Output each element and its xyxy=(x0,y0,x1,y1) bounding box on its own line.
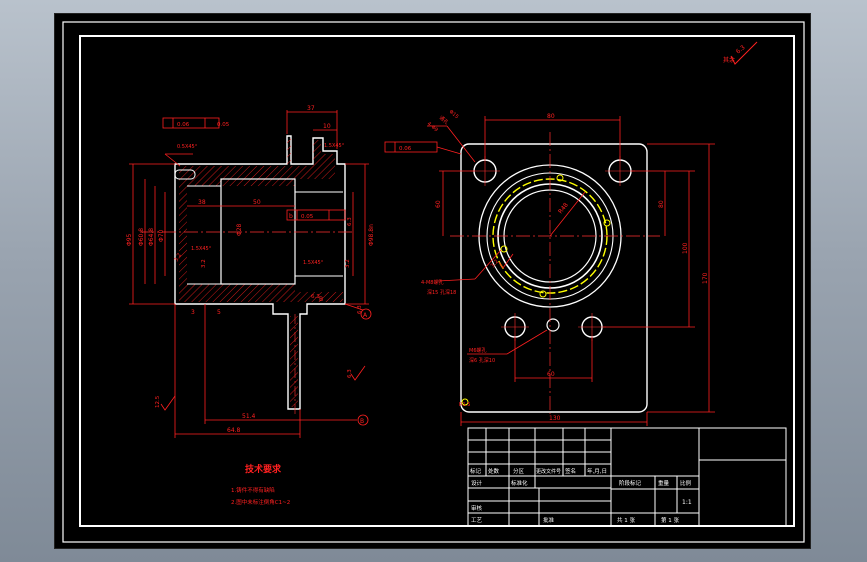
technical-notes: 技术要求 1.铸件不得有缺陷 2.图中未标注倒角C1~2 xyxy=(231,463,290,506)
surface-finish-note: 其余 6.3 xyxy=(723,41,758,65)
tb-stage: 阶段标记 xyxy=(619,479,642,487)
dim-bottom-60: 60 xyxy=(547,371,555,378)
holes-label-1: 4-Φ9 xyxy=(426,121,439,133)
tb-label-0: 标记 xyxy=(470,467,482,475)
bottom-label-1: M6螺孔 xyxy=(469,347,487,354)
dim-len-1: 51.4 xyxy=(242,413,256,420)
dim-dia-left-1: Φ95 xyxy=(126,233,133,246)
tb-sheet-total: 共 1 张 xyxy=(617,516,635,524)
tb-scale-value: 1:1 xyxy=(682,499,692,506)
tb-approve: 批准 xyxy=(543,516,555,524)
dim-side-100: 100 xyxy=(682,242,689,254)
tb-label-2: 分区 xyxy=(513,467,525,475)
tb-process: 工艺 xyxy=(471,517,483,524)
dim-top-chamfer: 1.5X45° xyxy=(324,143,345,149)
tb-review: 审核 xyxy=(471,504,483,512)
dim-3: 3 xyxy=(191,309,195,316)
holes-label-3: Φ15 xyxy=(448,109,460,120)
datum-b: B xyxy=(360,418,364,425)
dim-bore: Φ28 xyxy=(236,223,243,236)
dim-b: B xyxy=(319,296,323,303)
tb-design: 设计 xyxy=(471,479,483,487)
dim-inner-38: 38 xyxy=(198,199,206,206)
bottom-label-2: 深6 孔深10 xyxy=(469,357,495,364)
dim-dia-left-4: Φ70 xyxy=(158,229,165,242)
dim-bottom-130: 130 xyxy=(549,415,561,422)
holes-label-2: 通孔 xyxy=(438,114,450,126)
tech-note-1: 1.铸件不得有缺陷 xyxy=(231,486,275,494)
tb-label-5: 年,月,日 xyxy=(587,467,607,475)
drawing-canvas: 其余 6.3 37 10 1.5X45° 0.06 0.5X45° Φ95 Φ6… xyxy=(62,21,805,543)
dim-side-60: 60 xyxy=(435,200,442,208)
thread-label-2: 深15 孔深18 xyxy=(427,289,456,296)
datum-a: A xyxy=(363,312,368,319)
dim-side-170: 170 xyxy=(702,272,709,284)
dim-top-10: 10 xyxy=(323,123,331,130)
dim-len-2: 64.8 xyxy=(227,427,241,434)
tb-standard: 标准化 xyxy=(511,479,528,487)
dim-chamfer-right: R1.5 xyxy=(459,402,470,408)
dim-dia-left-2: Φ60.8 xyxy=(138,228,145,246)
rough-4: 6.3 xyxy=(347,217,353,226)
dim-top-37: 37 xyxy=(307,105,315,112)
tb-label-3: 更改文件号 xyxy=(536,468,561,475)
tech-note-2: 2.图中未标注倒角C1~2 xyxy=(231,498,290,506)
dim-chamfer-in-2: 1.5X45° xyxy=(303,260,324,266)
tol-frame-3: 0.05 xyxy=(217,122,230,128)
dim-top-80: 80 xyxy=(547,113,555,120)
tol-frame-right: 0.06 xyxy=(399,146,412,152)
tb-sheet-no: 第 1 张 xyxy=(661,516,679,524)
tol-frame-1: 0.06 xyxy=(177,122,190,128)
tol-frame-b: b xyxy=(289,213,293,220)
left-section-view xyxy=(140,135,355,414)
tapped-hole-bottom xyxy=(546,318,560,332)
rough-3: 3.2 xyxy=(345,259,351,268)
right-view-labels: 80 0.06 4-Φ9 通孔 Φ15 60 80 100 170 R48 4-… xyxy=(399,109,709,422)
title-block xyxy=(467,427,787,527)
rough-6: 12.5 xyxy=(155,395,161,408)
thread-label-1: 4-M8螺孔 xyxy=(421,279,443,286)
rough-7: 6.3 xyxy=(347,369,353,378)
dim-chamfer-in-1: 1.5X45° xyxy=(191,246,212,252)
dim-inner-50: 50 xyxy=(253,199,261,206)
dim-dia-left-3: Φ64.8 xyxy=(148,228,155,246)
tech-notes-title: 技术要求 xyxy=(245,463,282,475)
tb-label-4: 签名 xyxy=(565,467,576,475)
tb-label-1: 处数 xyxy=(488,467,500,475)
tol-frame-2: 0.05 xyxy=(301,214,314,220)
dim-dia-right: Φ98.8n xyxy=(368,224,375,246)
cad-viewport[interactable]: 其余 6.3 37 10 1.5X45° 0.06 0.5X45° Φ95 Φ6… xyxy=(54,13,811,549)
dim-chamfer-left: 0.5X45° xyxy=(177,144,198,150)
tb-scale: 比例 xyxy=(680,479,692,487)
rough-2: 3.2 xyxy=(201,259,207,268)
dim-5: 5 xyxy=(217,309,221,316)
dim-side-80: 80 xyxy=(658,200,665,208)
right-face-view xyxy=(450,132,660,414)
tb-weight: 重量 xyxy=(658,479,670,487)
